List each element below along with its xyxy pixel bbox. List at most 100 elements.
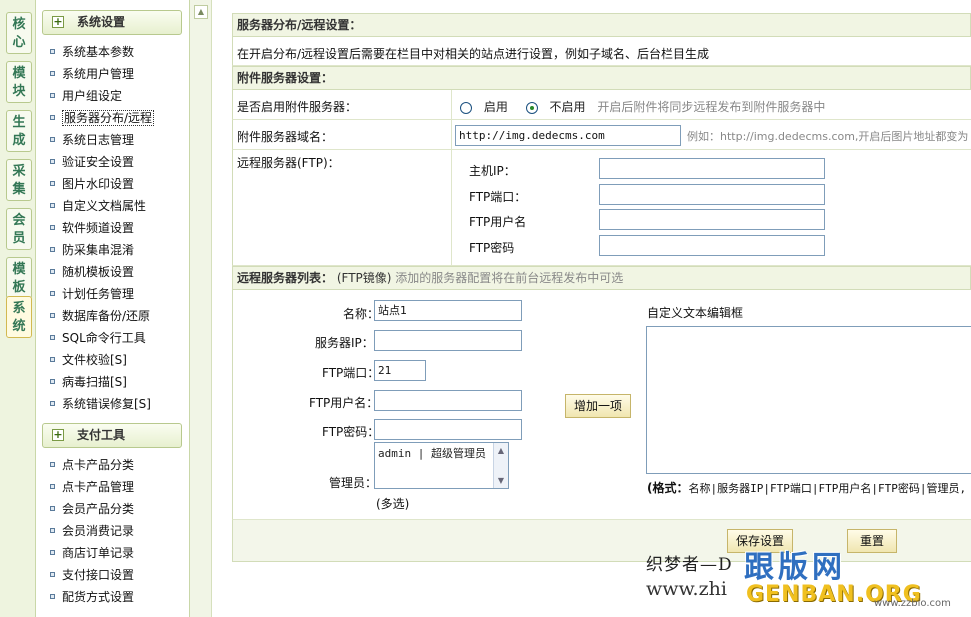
pass-input[interactable]	[374, 419, 522, 440]
bullet-icon	[50, 484, 55, 489]
sidebar-group-label: 系统设置	[77, 15, 126, 29]
sidebar-item[interactable]: 自定义文档属性	[50, 197, 146, 215]
bullet-icon	[50, 203, 55, 208]
sidebar-item[interactable]: 会员消费记录	[50, 522, 134, 540]
sidebar-item[interactable]: 服务器分布/远程	[50, 109, 155, 127]
sidebar-item[interactable]: 图片水印设置	[50, 175, 134, 193]
bullet-icon	[50, 506, 55, 511]
expand-plus-icon: +	[52, 15, 64, 28]
sidebar-item[interactable]: 数据库备份/还原	[50, 307, 150, 325]
admin-multiselect[interactable]: admin | 超级管理员 ▲ ▼	[374, 442, 509, 489]
sidebar-item-label: 系统错误修复[S]	[62, 397, 151, 411]
sidebar-group-system-settings[interactable]: + 系统设置	[42, 10, 182, 35]
sidebar-item[interactable]: 验证安全设置	[50, 153, 134, 171]
bullet-icon	[50, 247, 55, 252]
format-hint: (格式：名称|服务器IP|FTP端口|FTP用户名|FTP密码|管理员,	[647, 479, 966, 496]
server-list-title: 远程服务器列表：	[237, 271, 334, 285]
sidebar-item[interactable]: 随机模板设置	[50, 263, 134, 281]
bullet-icon	[50, 225, 55, 230]
server-list-subtitle: (FTP镜像)	[336, 271, 392, 285]
sidebar-group-label: 支付工具	[77, 428, 126, 442]
sidebar-item[interactable]: 防采集串混淆	[50, 241, 134, 259]
vertical-tab-bar: 核心 模块 生成 采集 会员 模板 系统	[0, 0, 36, 617]
custom-text-editor[interactable]	[646, 326, 971, 474]
multi-select-hint: (多选)	[376, 497, 410, 511]
sidebar-item-label: 文件校验[S]	[62, 353, 127, 367]
intro-text: 在开启分布/远程设置后需要在栏目中对相关的站点进行设置，例如子域名、后台栏目生成	[237, 47, 710, 61]
scroll-up-icon[interactable]: ▲	[494, 443, 508, 458]
small-watermark: www.zzbio.com	[874, 598, 951, 609]
bullet-icon	[50, 115, 55, 120]
scroll-down-icon[interactable]: ▼	[494, 473, 508, 488]
port-label: FTP端口：	[322, 366, 380, 380]
server-list-hint: 添加的服务器配置将在前台远程发布中可选	[395, 271, 624, 285]
tab-system[interactable]: 系统	[6, 296, 32, 338]
sidebar-item[interactable]: 文件校验[S]	[50, 351, 127, 369]
attach-section-header: 附件服务器设置：	[232, 66, 971, 90]
bullet-icon	[50, 313, 55, 318]
reset-button[interactable]: 重置	[847, 529, 897, 553]
sidebar-item[interactable]: 系统用户管理	[50, 65, 134, 83]
attach-domain-input[interactable]: http://img.dedecms.com	[455, 125, 681, 146]
sidebar-item[interactable]: 病毒扫描[S]	[50, 373, 127, 391]
format-hint-bold: (格式：	[647, 481, 689, 495]
bullet-icon	[50, 379, 55, 384]
admin-option[interactable]: admin | 超级管理员	[378, 445, 486, 461]
sidebar-item-label: 自定义文档属性	[62, 199, 147, 213]
tab-modules[interactable]: 模块	[6, 61, 32, 103]
user-label: FTP用户名：	[309, 396, 379, 410]
server-list-header: 远程服务器列表： (FTP镜像) 添加的服务器配置将在前台远程发布中可选	[232, 266, 971, 290]
sidebar-item-label: 验证安全设置	[62, 155, 135, 169]
domain-label: 附件服务器域名：	[237, 130, 334, 144]
sidebar-item-label: 计划任务管理	[62, 287, 135, 301]
sidebar-group-payment-tools[interactable]: + 支付工具	[42, 423, 182, 448]
ftp-port-input[interactable]	[599, 184, 825, 205]
sidebar-item-label: 系统基本参数	[62, 45, 135, 59]
sidebar-item[interactable]: 商店订单记录	[50, 544, 134, 562]
tab-collect[interactable]: 采集	[6, 159, 32, 201]
sidebar-item-label: 用户组设定	[62, 89, 123, 103]
sidebar-item[interactable]: SQL命令行工具	[50, 329, 146, 347]
sidebar-item[interactable]: 软件频道设置	[50, 219, 134, 237]
tab-members[interactable]: 会员	[6, 208, 32, 250]
tab-templates[interactable]: 模板	[6, 257, 32, 299]
sidebar-item[interactable]: 系统基本参数	[50, 43, 134, 61]
port-input[interactable]: 21	[374, 360, 426, 381]
radio-enable-label: 启用	[483, 100, 508, 114]
radio-disable[interactable]	[525, 101, 538, 114]
tab-core[interactable]: 核心	[6, 12, 32, 54]
radio-enable[interactable]	[460, 101, 472, 114]
server-ip-input[interactable]	[374, 330, 522, 351]
bullet-icon	[50, 357, 55, 362]
ftp-user-input[interactable]	[599, 209, 825, 230]
sidebar-item[interactable]: 会员产品分类	[50, 500, 134, 518]
bullet-icon	[50, 528, 55, 533]
collapse-arrow-icon[interactable]: ▲	[194, 5, 208, 19]
tab-generate[interactable]: 生成	[6, 110, 32, 152]
ftp-host-input[interactable]	[599, 158, 825, 179]
sidebar-item[interactable]: 用户组设定	[50, 87, 122, 105]
sidebar-item-label: 商店订单记录	[62, 546, 135, 560]
user-input[interactable]	[374, 390, 522, 411]
bullet-icon	[50, 550, 55, 555]
sidebar-item-label: 防采集串混淆	[62, 243, 135, 257]
bullet-icon	[50, 462, 55, 467]
enable-hint: 开启后附件将同步远程发布到附件服务器中	[597, 100, 826, 114]
sidebar-item[interactable]: 支付接口设置	[50, 566, 134, 584]
name-input[interactable]: 站点1	[374, 300, 522, 321]
sidebar-item[interactable]: 系统错误修复[S]	[50, 395, 151, 413]
sidebar-item[interactable]: 配货方式设置	[50, 588, 134, 606]
sidebar-item[interactable]: 点卡产品管理	[50, 478, 134, 496]
sidebar-item-label: 配货方式设置	[62, 590, 135, 604]
sidebar-item[interactable]: 计划任务管理	[50, 285, 134, 303]
add-item-button[interactable]: 增加一项	[565, 394, 631, 418]
sidebar-item-label: 系统用户管理	[62, 67, 135, 81]
sidebar-item[interactable]: 系统日志管理	[50, 131, 134, 149]
bullet-icon	[50, 93, 55, 98]
format-hint-text: 名称|服务器IP|FTP端口|FTP用户名|FTP密码|管理员,	[688, 482, 967, 495]
ftp-pass-label: FTP密码	[469, 241, 515, 255]
ftp-pass-input[interactable]	[599, 235, 825, 256]
sidebar-item[interactable]: 点卡产品分类	[50, 456, 134, 474]
ftp-host-label: 主机IP：	[469, 164, 516, 178]
bullet-icon	[50, 71, 55, 76]
